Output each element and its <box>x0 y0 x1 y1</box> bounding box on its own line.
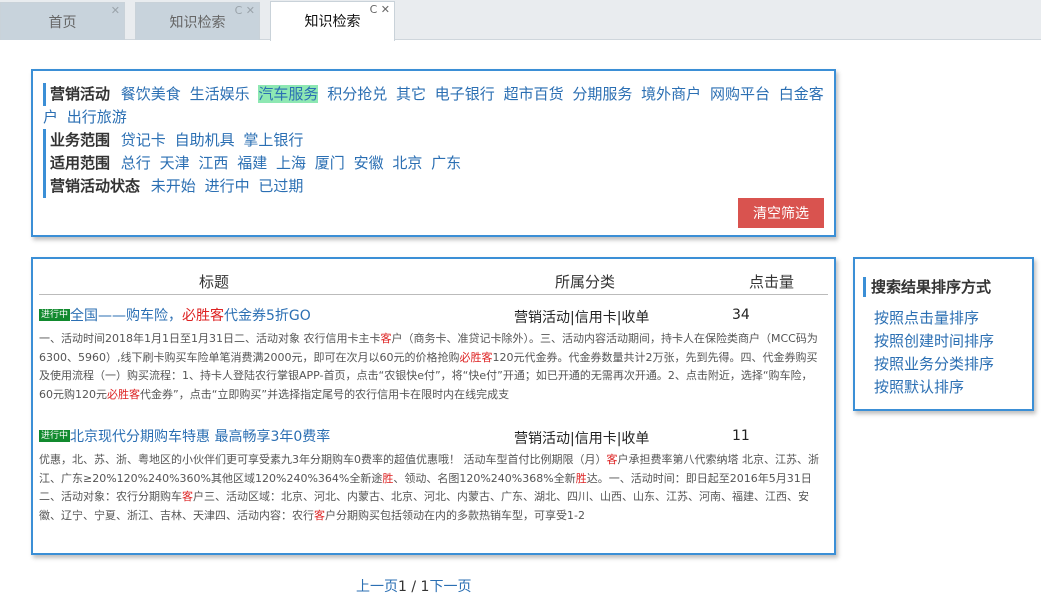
status-badge: 进行中 <box>39 309 71 321</box>
status-badge: 进行中 <box>39 430 71 442</box>
filter-panel: 营销活动 餐饮美食 生活娱乐 汽车服务 积分抢兑 其它 电子银行 超市百货 分期… <box>31 69 836 237</box>
filter-option[interactable]: 餐饮美食 <box>121 85 181 103</box>
filter-option[interactable]: 总行 <box>121 154 151 172</box>
sort-title: 搜索结果排序方式 <box>863 277 1024 297</box>
tab-home[interactable]: 首页 ✕ <box>0 2 125 40</box>
filter-option[interactable]: 积分抢兑 <box>327 85 387 103</box>
snippet-text: 一、活动时间2018年1月1日至1月31日二、活动对象 农行信用卡主卡 <box>39 332 381 345</box>
item-title-link[interactable]: 全国——购车险，必胜客代金券5折GO <box>70 308 311 324</box>
snippet-highlight: 客 <box>380 332 392 345</box>
filter-option[interactable]: 天津 <box>160 154 190 172</box>
tab-knowledge-search-2[interactable]: 知识检索 C ✕ <box>270 1 395 41</box>
results-panel: 标题 所属分类 点击量 进行中 全国——购车险，必胜客代金券5折GO 营销活动|信… <box>31 257 836 555</box>
sort-panel: 搜索结果排序方式 按照点击量排序 按照创建时间排序 按照业务分类排序 按照默认排… <box>853 257 1034 411</box>
filter-option[interactable]: 贷记卡 <box>121 131 166 149</box>
snippet-highlight: 胜 <box>575 471 587 485</box>
item-title-link[interactable]: 北京现代分期购车特惠 最高畅享3年0费率 <box>70 429 330 445</box>
filter-option[interactable]: 生活娱乐 <box>190 85 250 103</box>
filter-option[interactable]: 自助机具 <box>175 131 235 149</box>
tab-bar: 首页 ✕ 知识检索 C ✕ 知识检索 C ✕ <box>0 0 1041 41</box>
filter-option[interactable]: 其它 <box>396 85 426 103</box>
filter-row-status: 营销活动状态 未开始 进行中 已过期 <box>43 175 824 198</box>
filter-row-scope: 适用范围 总行 天津 江西 福建 上海 厦门 安徽 北京 广东 <box>43 152 824 175</box>
snippet-highlight: 客 <box>314 508 325 522</box>
snippet-highlight: 客 <box>182 490 193 503</box>
filter-option[interactable]: 境外商户 <box>641 85 701 103</box>
snippet-highlight: 必胜客 <box>107 387 140 401</box>
close-icon[interactable]: ✕ <box>246 4 255 17</box>
filter-option[interactable]: 掌上银行 <box>243 131 303 149</box>
filter-label: 业务范围 <box>43 129 110 152</box>
list-item: 进行中 北京现代分期购车特惠 最高畅享3年0费率 营销活动|信用卡|收单 11 优… <box>39 426 828 525</box>
clear-filters-button[interactable]: 清空筛选 <box>738 198 824 228</box>
snippet-highlight: 胜 <box>382 471 394 485</box>
snippet-highlight: 必胜客 <box>459 350 493 364</box>
item-clicks: 34 <box>732 307 750 323</box>
snippet-text: 户分期购买包括领动在内的多款热销车型，可享受1-2 <box>325 508 585 522</box>
sort-by-default-link[interactable]: 按照默认排序 <box>863 376 1024 399</box>
tab-label: 知识检索 <box>169 15 226 31</box>
sort-by-created-time-link[interactable]: 按照创建时间排序 <box>863 330 1024 353</box>
item-header: 进行中 全国——购车险，必胜客代金券5折GO 营销活动|信用卡|收单 34 <box>39 305 828 327</box>
filter-option[interactable]: 未开始 <box>151 177 196 195</box>
tab-label: 首页 <box>48 15 77 31</box>
filter-option[interactable]: 进行中 <box>205 177 250 195</box>
item-category: 营销活动|信用卡|收单 <box>514 431 650 447</box>
header-title: 标题 <box>199 273 230 291</box>
prev-page-link[interactable]: 上一页 <box>356 579 398 595</box>
current-page: 1 <box>398 579 407 595</box>
title-text: 代金券5折GO <box>224 308 311 324</box>
sort-by-clicks-link[interactable]: 按照点击量排序 <box>863 307 1024 330</box>
filter-option[interactable]: 已过期 <box>258 177 303 195</box>
close-icon[interactable]: ✕ <box>381 3 390 16</box>
filter-row-business: 业务范围 贷记卡 自助机具 掌上银行 <box>43 129 824 152</box>
tab-label: 知识检索 <box>304 14 361 30</box>
next-page-link[interactable]: 下一页 <box>429 579 471 595</box>
filter-option[interactable]: 网购平台 <box>710 85 770 103</box>
filter-label: 适用范围 <box>43 152 110 175</box>
header-category: 所属分类 <box>555 273 616 291</box>
filter-option[interactable]: 广东 <box>431 154 461 172</box>
filter-option[interactable]: 福建 <box>237 154 267 172</box>
tab-controls: ✕ <box>111 5 120 17</box>
filter-option[interactable]: 安徽 <box>354 154 384 172</box>
header-clicks: 点击量 <box>749 273 795 291</box>
filter-row-marketing: 营销活动 餐饮美食 生活娱乐 汽车服务 积分抢兑 其它 电子银行 超市百货 分期… <box>43 83 824 129</box>
filter-option[interactable]: 上海 <box>276 154 306 172</box>
filter-option[interactable]: 超市百货 <box>504 85 564 103</box>
filter-option[interactable]: 分期服务 <box>572 85 632 103</box>
list-item: 进行中 全国——购车险，必胜客代金券5折GO 营销活动|信用卡|收单 34 一、活… <box>39 305 828 404</box>
item-snippet: 一、活动时间2018年1月1日至1月31日二、活动对象 农行信用卡主卡客户（商务… <box>39 330 828 404</box>
snippet-text: 优惠，北、苏、浙、粤地区的小伙伴们更可享受素九3年分期购车0费率的超值优惠哦！ … <box>39 453 607 466</box>
tab-knowledge-search-1[interactable]: 知识检索 C ✕ <box>135 2 260 40</box>
refresh-icon[interactable]: C <box>370 3 378 16</box>
snippet-highlight: 客 <box>606 453 618 466</box>
item-snippet: 优惠，北、苏、浙、粤地区的小伙伴们更可享受素九3年分期购车0费率的超值优惠哦！ … <box>39 451 828 525</box>
item-header: 进行中 北京现代分期购车特惠 最高畅享3年0费率 营销活动|信用卡|收单 11 <box>39 426 828 448</box>
filter-label: 营销活动 <box>43 83 110 106</box>
snippet-text: 、领动、名图120%240%368%全新 <box>393 471 576 485</box>
tab-controls: C ✕ <box>370 4 390 16</box>
close-icon[interactable]: ✕ <box>111 4 120 17</box>
item-category: 营销活动|信用卡|收单 <box>514 310 650 326</box>
pagination: 上一页1 / 1下一页 <box>356 576 471 596</box>
filter-option[interactable]: 厦门 <box>315 154 345 172</box>
title-text: 全国——购车险， <box>70 308 183 324</box>
filter-option[interactable]: 北京 <box>392 154 422 172</box>
item-clicks: 11 <box>732 428 750 444</box>
filter-option-selected[interactable]: 汽车服务 <box>258 85 319 103</box>
page-separator: / <box>406 579 421 595</box>
filter-label: 营销活动状态 <box>43 175 140 198</box>
results-header: 标题 所属分类 点击量 <box>39 259 828 295</box>
snippet-text: 代金券”，点击“立即购买”并选择指定尾号的农行信用卡在限时内在线完成支 <box>140 387 510 401</box>
sort-by-category-link[interactable]: 按照业务分类排序 <box>863 353 1024 376</box>
refresh-icon[interactable]: C <box>235 4 243 17</box>
filter-option[interactable]: 江西 <box>198 154 228 172</box>
filter-option[interactable]: 电子银行 <box>435 85 495 103</box>
filter-option[interactable]: 出行旅游 <box>67 108 127 126</box>
title-highlight: 必胜客 <box>182 308 225 324</box>
tab-controls: C ✕ <box>235 5 255 17</box>
